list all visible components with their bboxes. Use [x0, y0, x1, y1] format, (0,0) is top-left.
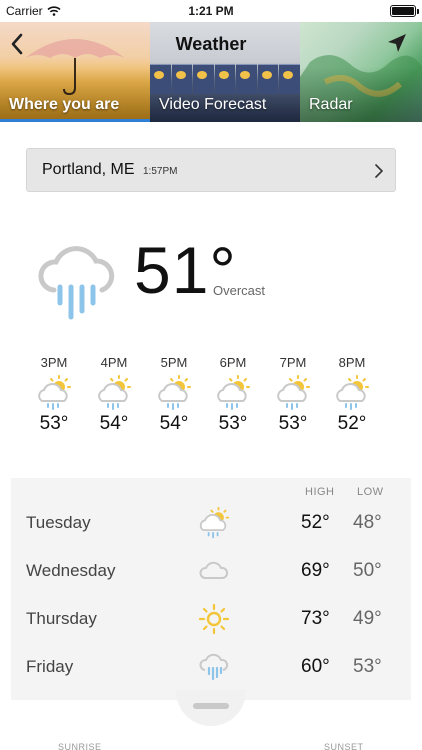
sun-rain-icon [199, 506, 230, 539]
nav-bar: Weather [0, 22, 422, 66]
sun-rain-icon [217, 375, 250, 410]
hourly-item: 3PM 53° [28, 355, 80, 435]
daily-row[interactable]: Wednesday 69° 50° [11, 548, 411, 596]
hour-temp: 53° [39, 413, 69, 434]
hourly-item: 8PM 52° [326, 355, 378, 435]
location-name: Portland, ME [42, 161, 135, 178]
sunrise-label: SUNRISE [58, 742, 102, 750]
low-column-header: LOW [357, 486, 384, 498]
cloud-icon [199, 561, 229, 579]
location-selector[interactable]: Portland, ME 1:57PM [26, 148, 396, 192]
status-bar: Carrier 1:21 PM [0, 0, 422, 22]
hour-temp: 54° [159, 413, 189, 434]
hourly-forecast[interactable]: 3PM 53° 4PM 54° 5PM 54° 6PM 53° 7PM 53° … [0, 355, 422, 455]
hour-time: 3PM [40, 355, 68, 370]
tab-label: Where you are [9, 96, 120, 113]
hourly-item: 5PM 54° [148, 355, 200, 435]
day-name: Wednesday [26, 561, 116, 580]
day-low: 49° [353, 608, 382, 629]
hour-temp: 54° [99, 413, 129, 434]
page-title: Weather [175, 34, 247, 54]
tab-label: Video Forecast [159, 96, 267, 113]
chevron-down-icon [193, 703, 229, 709]
hour-time: 7PM [279, 355, 307, 370]
daily-row[interactable]: Tuesday 52° 48° [11, 500, 411, 548]
sun-rain-icon [277, 375, 310, 410]
day-high: 60° [301, 656, 330, 677]
rain-cloud-icon [199, 653, 229, 681]
hourly-item: 4PM 54° [88, 355, 140, 435]
hour-time: 8PM [338, 355, 366, 370]
hour-time: 6PM [219, 355, 247, 370]
day-name: Tuesday [26, 513, 91, 532]
daily-row[interactable]: Thursday 73° 49° [11, 596, 411, 644]
sun-rain-icon [336, 375, 369, 410]
sunset-label: SUNSET [324, 742, 364, 750]
hourly-item: 7PM 53° [267, 355, 319, 435]
rain-cloud-icon [38, 246, 115, 320]
hour-temp: 53° [218, 413, 248, 434]
day-high: 73° [301, 608, 330, 629]
day-high: 52° [301, 512, 330, 533]
video-forecast-strip [150, 64, 301, 94]
location-arrow-icon[interactable] [386, 32, 408, 54]
status-time: 1:21 PM [188, 4, 234, 18]
hour-temp: 52° [337, 413, 367, 434]
expand-handle[interactable] [176, 690, 246, 726]
battery-icon [390, 5, 419, 17]
chevron-right-icon [375, 164, 383, 178]
high-column-header: HIGH [305, 486, 335, 498]
day-low: 50° [353, 560, 382, 581]
hourly-item: 6PM 53° [207, 355, 259, 435]
sun-rain-icon [38, 375, 71, 410]
hour-time: 4PM [100, 355, 128, 370]
daily-forecast: HIGH LOW Tuesday 52° 48° Wednesday 69° 5… [11, 478, 411, 700]
sun-rain-icon [158, 375, 191, 410]
daily-row[interactable]: Friday 60° 53° [11, 644, 411, 692]
day-name: Friday [26, 657, 74, 676]
tab-label: Radar [309, 96, 353, 113]
day-high: 69° [301, 560, 330, 581]
day-name: Thursday [26, 609, 97, 628]
location-time: 1:57PM [143, 166, 178, 177]
day-low: 53° [353, 656, 382, 677]
hour-time: 5PM [160, 355, 188, 370]
sun-icon [198, 603, 230, 635]
day-low: 48° [353, 512, 382, 533]
tab-active-indicator [0, 119, 150, 122]
current-condition: Overcast [213, 283, 266, 298]
hour-temp: 53° [278, 413, 308, 434]
sun-rain-icon [98, 375, 131, 410]
